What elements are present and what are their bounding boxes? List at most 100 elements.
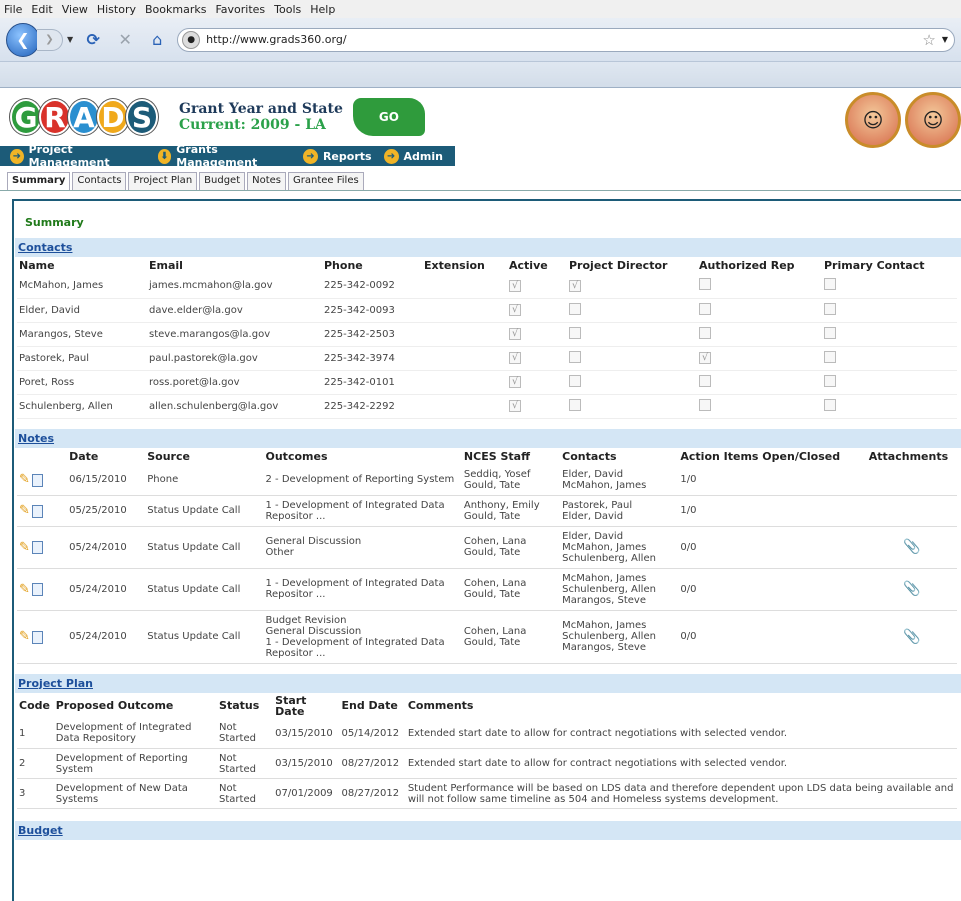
contact-name: Pastorek, Paul (17, 346, 147, 371)
staff-line: Cohen, Lana (463, 625, 527, 637)
document-icon[interactable] (31, 504, 43, 518)
home-icon[interactable]: ⌂ (145, 30, 169, 49)
url-text[interactable]: http://www.grads360.org/ (206, 33, 922, 46)
menu-item-edit[interactable]: Edit (31, 3, 52, 16)
menu-item-history[interactable]: History (97, 3, 136, 16)
stop-icon[interactable]: ✕ (113, 30, 137, 49)
grant-year-current: Current: 2009 - LA (179, 117, 326, 133)
tab-grantee-files[interactable]: Grantee Files (288, 172, 364, 190)
pencil-edit-icon[interactable]: ✎ (19, 540, 30, 555)
history-dropdown-icon[interactable]: ▼ (67, 35, 73, 44)
nav-label: Grants Management (176, 143, 258, 169)
pencil-edit-icon[interactable]: ✎ (19, 629, 30, 644)
column-header: Authorized Rep (699, 259, 795, 272)
plan-outcome: Development of New Data Systems (53, 778, 218, 809)
back-button[interactable]: ❮ (6, 22, 40, 57)
plan-comments: Extended start date to allow for contrac… (405, 748, 957, 779)
plan-end-date: 05/14/2012 (339, 718, 406, 749)
tab-project-plan[interactable]: Project Plan (128, 172, 198, 190)
menu-item-bookmarks[interactable]: Bookmarks (145, 3, 206, 16)
note-action-items: 1/0 (678, 464, 867, 496)
tab-contacts[interactable]: Contacts (72, 172, 127, 190)
active-checkbox: √ (509, 400, 521, 412)
project-plan-link[interactable]: Project Plan (18, 677, 93, 690)
tab-bar: Summary Contacts Project Plan Budget Notes Gr… (0, 172, 961, 191)
table-row: Marangos, Steve steve.marangos@la.gov 225-… (17, 322, 957, 347)
note-attachments (866, 464, 957, 496)
menu-item-help[interactable]: Help (310, 3, 335, 16)
go-label: GO (378, 110, 399, 124)
document-icon[interactable] (31, 473, 43, 487)
pencil-edit-icon[interactable]: ✎ (19, 472, 30, 487)
column-header: Start Date (275, 693, 307, 718)
menu-item-tools[interactable]: Tools (274, 3, 301, 16)
menu-item-file[interactable]: File (4, 3, 22, 16)
contact-line: McMahon, James (562, 541, 647, 553)
note-attachments: 📎 (866, 568, 957, 611)
browser-menubar: File Edit View History Bookmarks Favorites Too… (0, 0, 961, 18)
document-icon[interactable] (31, 583, 43, 596)
outcome-line: 2 - Development of Reporting System (265, 474, 455, 485)
budget-link[interactable]: Budget (18, 824, 63, 837)
contact-line: McMahon, James (562, 620, 647, 631)
staff-line: Gould, Tate (463, 589, 521, 600)
tab-summary[interactable]: Summary (7, 172, 71, 190)
nav-item-reports[interactable]: ➜ Reports (302, 148, 372, 164)
plan-comments: Student Performance will be based on LDS… (405, 778, 957, 809)
nav-item-grants-management[interactable]: ⬇ Grants Management (157, 143, 291, 169)
checkbox-cell: √ (507, 298, 567, 323)
checkbox-cell (822, 394, 957, 419)
paperclip-icon[interactable]: 📎 (903, 581, 920, 597)
nav-item-project-management[interactable]: ➜ Project Management (10, 143, 146, 169)
pencil-edit-icon[interactable]: ✎ (19, 503, 30, 518)
contact-line: McMahon, James (562, 572, 647, 584)
grads-logo[interactable]: GRADS (10, 99, 158, 135)
table-row: ✎ 05/24/2010 Status Update Call 1 - Develop… (17, 568, 957, 611)
column-header: NCES Staff (463, 449, 530, 463)
url-bar[interactable]: ● http://www.grads360.org/ ☆ ▼ (177, 27, 955, 52)
checkbox-cell (697, 298, 822, 323)
grant-year-state: Grant Year and State Current: 2009 - LA (179, 101, 343, 133)
tab-notes[interactable]: Notes (247, 172, 287, 190)
menu-item-view[interactable]: View (62, 3, 88, 16)
nav-item-admin[interactable]: ➜ Admin (383, 148, 443, 164)
note-contacts: Pastorek, Paul Elder, David (560, 495, 679, 527)
checkbox-cell (697, 274, 822, 299)
notes-link[interactable]: Notes (18, 432, 54, 445)
forward-button[interactable]: ❯ (37, 28, 63, 51)
contact-line: Schulenberg, Allen (562, 583, 656, 595)
note-source: Phone (145, 464, 264, 496)
document-icon[interactable] (31, 630, 43, 644)
contact-line: Elder, David (562, 468, 624, 480)
contacts-link[interactable]: Contacts (18, 241, 72, 254)
contact-line: Elder, David (562, 530, 624, 542)
project-director-checkbox (569, 374, 581, 387)
contact-email: james.mcmahon@la.gov (147, 274, 322, 299)
checkbox-cell (567, 370, 697, 395)
table-row: ✎ 05/25/2010 Status Update Call 1 - Develop… (17, 495, 957, 527)
table-row: Schulenberg, Allen allen.schulenberg@la.g… (17, 394, 957, 419)
arrow-icon: ➜ (383, 148, 399, 164)
site-identity-icon[interactable]: ● (182, 30, 201, 49)
column-header: Project Director (569, 259, 668, 272)
paperclip-icon[interactable]: 📎 (903, 539, 920, 555)
reload-icon[interactable]: ⟳ (81, 30, 105, 49)
plan-end-date: 08/27/2012 (339, 778, 406, 809)
active-checkbox: √ (509, 352, 521, 364)
go-map-button[interactable]: GO (352, 98, 425, 136)
note-nces-staff: Cohen, Lana Gould, Tate (461, 568, 561, 611)
plan-code: 2 (17, 748, 54, 779)
bookmark-star-icon[interactable]: ☆ (922, 31, 935, 49)
note-date: 05/24/2010 (67, 526, 146, 569)
tab-budget[interactable]: Budget (199, 172, 246, 190)
paperclip-icon[interactable]: 📎 (903, 629, 920, 645)
note-actions: ✎ (17, 526, 68, 569)
document-icon[interactable] (31, 541, 43, 554)
pencil-edit-icon[interactable]: ✎ (19, 582, 30, 597)
checkbox-cell (567, 346, 697, 371)
primary-contact-checkbox (824, 326, 836, 339)
contact-extension (422, 394, 507, 419)
url-dropdown-icon[interactable]: ▼ (942, 35, 948, 44)
checkbox-cell (567, 298, 697, 323)
menu-item-favorites[interactable]: Favorites (215, 3, 265, 16)
